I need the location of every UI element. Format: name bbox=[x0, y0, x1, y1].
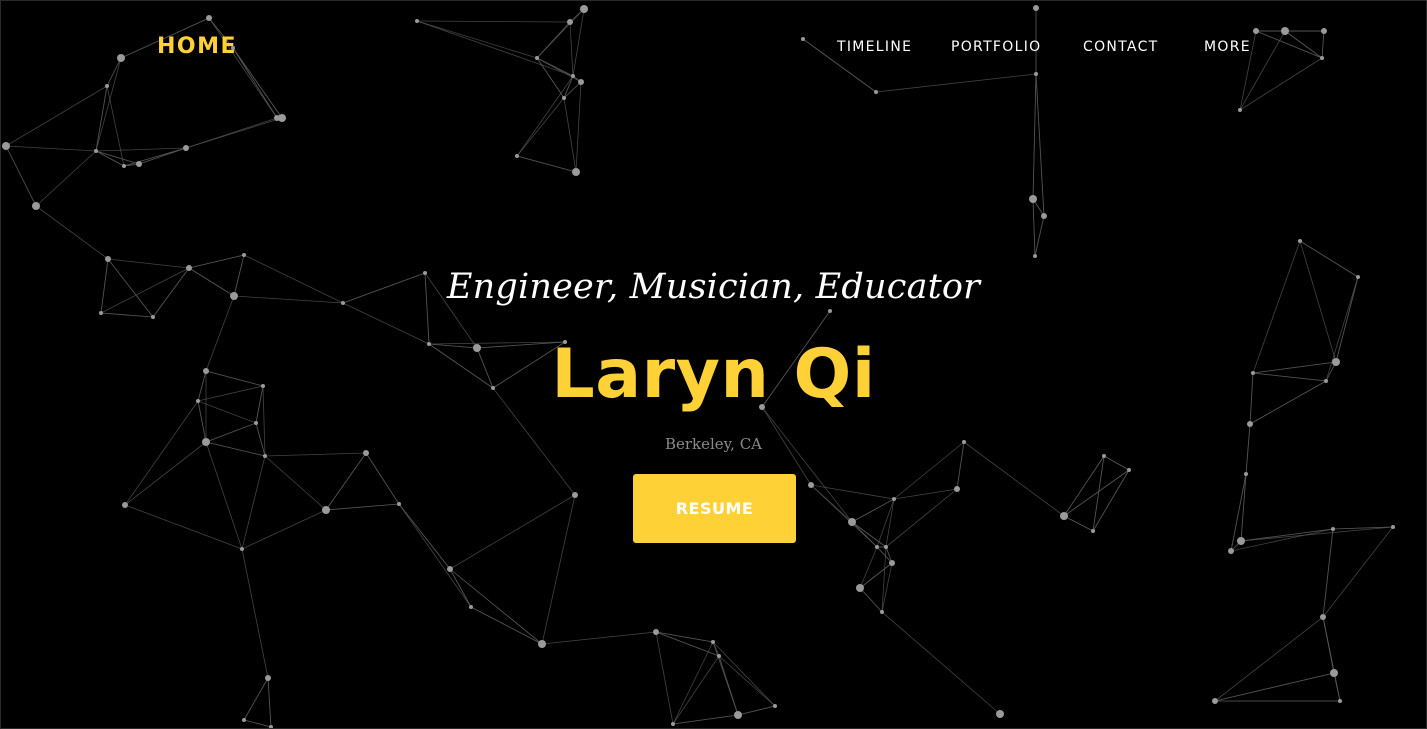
resume-button[interactable]: RESUME bbox=[633, 474, 796, 543]
page: HOME TIMELINE PORTFOLIO CONTACT MORE Eng… bbox=[0, 0, 1427, 729]
hero-subtitle: Engineer, Musician, Educator bbox=[446, 267, 981, 307]
hero-name-heading: Laryn Qi bbox=[551, 335, 876, 414]
hero-location: Berkeley, CA bbox=[664, 435, 763, 453]
hero-section: Engineer, Musician, Educator Laryn Qi Be… bbox=[1, 1, 1426, 728]
